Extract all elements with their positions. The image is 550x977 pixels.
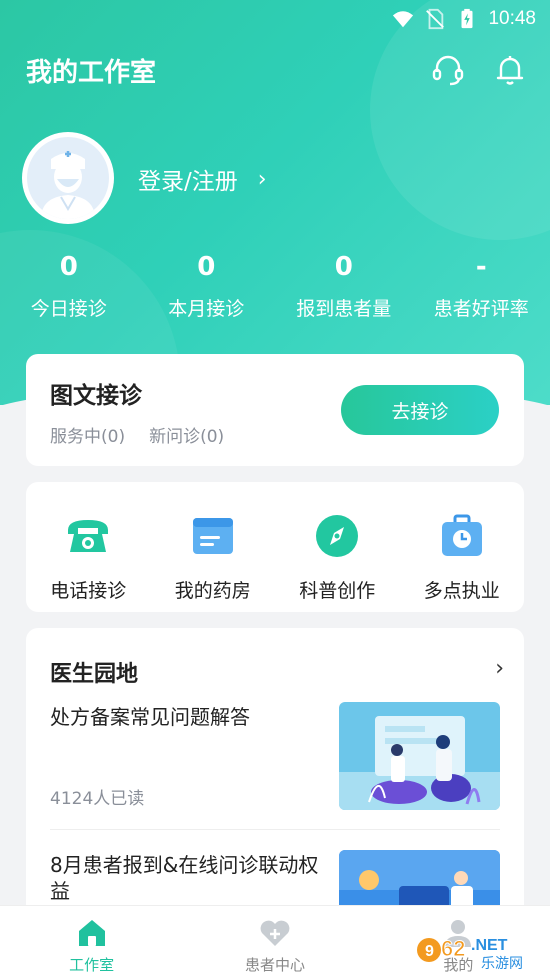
- bell-icon[interactable]: [492, 52, 528, 88]
- tool-phone-consult[interactable]: 电话接诊: [26, 482, 151, 612]
- section-title: 医生园地: [50, 662, 139, 687]
- svg-text:9: 9: [425, 943, 434, 960]
- tools-card: 电话接诊 我的药房 科普创作 多点执业: [26, 482, 524, 612]
- article-item[interactable]: 处方备案常见问题解答 4124人已读: [50, 702, 500, 810]
- tool-science-creation[interactable]: 科普创作: [275, 482, 400, 612]
- stat-label: 今日接诊: [30, 298, 107, 320]
- headset-icon[interactable]: [430, 52, 466, 88]
- stat-today[interactable]: 0 今日接诊: [0, 252, 138, 321]
- stat-value: -: [475, 252, 487, 282]
- clock-time: 10:48: [488, 8, 536, 29]
- page-title: 我的工作室: [26, 58, 157, 88]
- tool-multi-practice[interactable]: 多点执业: [400, 482, 525, 612]
- chevron-right-icon[interactable]: ›: [495, 656, 504, 681]
- tab-studio[interactable]: 工作室: [0, 906, 183, 977]
- tool-label: 多点执业: [423, 580, 500, 602]
- doctor-garden-card: 医生园地 › 处方备案常见问题解答 4124人已读 8月患者报到&在线问诊联动权…: [26, 628, 524, 958]
- tool-pharmacy[interactable]: 我的药房: [151, 482, 276, 612]
- no-sim-icon: [426, 8, 445, 30]
- consult-title: 图文接诊: [50, 383, 142, 409]
- tab-label: 工作室: [69, 956, 115, 974]
- article-title: 8月患者报到&在线问诊联动权益: [50, 853, 319, 903]
- stat-patients[interactable]: 0 报到患者量: [275, 252, 413, 321]
- stat-rating[interactable]: - 患者好评率: [413, 252, 550, 321]
- phone-icon: [68, 520, 109, 552]
- tab-patient-center[interactable]: 患者中心: [183, 906, 366, 977]
- tab-label: 患者中心: [244, 956, 305, 974]
- article-title: 处方备案常见问题解答: [50, 705, 250, 729]
- wifi-icon: [393, 11, 414, 28]
- stat-label: 本月接诊: [168, 298, 245, 320]
- stat-value: 0: [197, 252, 216, 282]
- site-watermark-logo: 9 62 .NET 乐游网: [417, 936, 523, 972]
- stat-label: 患者好评率: [433, 298, 529, 320]
- article-thumbnail: [339, 702, 500, 810]
- consult-card: 图文接诊 服务中(0) 新问诊(0) 去接诊: [26, 354, 524, 466]
- stat-month[interactable]: 0 本月接诊: [138, 252, 276, 321]
- article-read-count: 4124人已读: [50, 789, 145, 809]
- in-service-count[interactable]: 服务中(0): [50, 422, 125, 447]
- pharmacy-card-icon: [192, 518, 233, 554]
- svg-text:.NET: .NET: [471, 937, 508, 954]
- divider: [50, 829, 500, 830]
- battery-icon: [461, 8, 473, 29]
- heart-plus-icon: [260, 920, 290, 946]
- stats-row: 0 今日接诊 0 本月接诊 0 报到患者量 - 患者好评率: [0, 252, 550, 321]
- doctor-avatar-icon: [41, 151, 95, 219]
- svg-text:乐游网: 乐游网: [481, 956, 523, 972]
- go-consult-button[interactable]: 去接诊: [341, 385, 499, 435]
- avatar[interactable]: [22, 132, 114, 224]
- consult-counts: 服务中(0) 新问诊(0): [50, 422, 224, 447]
- svg-text:62: 62: [441, 936, 465, 961]
- tool-label: 电话接诊: [50, 580, 127, 602]
- stat-label: 报到患者量: [296, 298, 392, 320]
- tool-label: 科普创作: [299, 580, 376, 602]
- stat-value: 0: [59, 252, 78, 282]
- new-consult-count[interactable]: 新问诊(0): [149, 422, 224, 447]
- login-label: 登录/注册: [138, 169, 238, 195]
- stat-value: 0: [334, 252, 353, 282]
- briefcase-clock-icon: [441, 514, 482, 556]
- tool-label: 我的药房: [174, 580, 251, 602]
- status-bar: 10:48: [0, 0, 550, 38]
- login-register-link[interactable]: 登录/注册 ›: [138, 162, 267, 196]
- home-icon: [78, 920, 105, 946]
- chevron-right-icon: ›: [257, 166, 267, 192]
- compass-icon: [316, 515, 359, 557]
